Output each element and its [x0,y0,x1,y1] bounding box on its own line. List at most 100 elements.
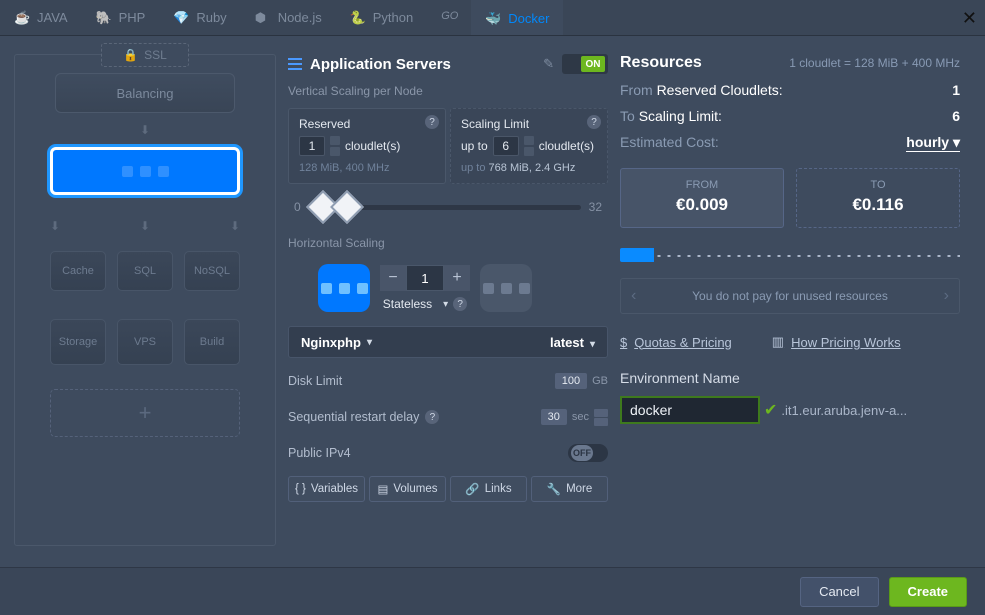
build-node[interactable]: Build [184,319,240,365]
slider-handle-limit[interactable] [330,190,364,224]
links-button[interactable]: 🔗Links [450,476,527,502]
cloudlet-legend: 1 cloudlet = 128 MiB + 400 MHz [789,56,960,70]
scaling-group-active[interactable] [318,264,370,312]
help-icon[interactable]: ? [587,115,601,129]
cancel-button[interactable]: Cancel [800,577,878,607]
braces-icon: { } [295,483,306,495]
resources-title: Resources [620,54,702,72]
edit-icon[interactable]: ✎ [543,56,554,72]
document-icon: ▥ [772,334,784,350]
tab-python[interactable]: 🐍Python [336,0,427,35]
cloudlet-slider[interactable] [309,205,581,210]
increment-button[interactable]: + [444,265,470,291]
tab-java[interactable]: ☕JAVA [0,0,82,35]
chevron-down-icon: ▾ [367,337,372,348]
pricing-note[interactable]: You do not pay for unused resources [620,278,960,314]
price-slider[interactable] [620,248,960,262]
add-layer-button[interactable]: + [50,389,240,437]
price-from-card: FROM €0.009 [620,168,784,228]
php-icon: 🐘 [96,10,112,26]
stepper-icon[interactable] [330,136,340,156]
scaling-mode-select[interactable]: Stateless▾ ? [383,297,467,311]
arrow-down-icon: ⬇ [50,219,60,233]
disk-icon: ▤ [378,482,389,496]
resources-panel: Resources 1 cloudlet = 128 MiB + 400 MHz… [620,54,960,546]
limit-count: 6 [952,108,960,124]
wrench-icon: 🔧 [547,482,561,496]
chevron-down-icon: ▾ [443,299,448,310]
create-button[interactable]: Create [889,577,967,607]
volumes-button[interactable]: ▤Volumes [369,476,446,502]
dollar-icon: $ [620,335,627,350]
horizontal-scaling-label: Horizontal Scaling [288,236,608,250]
app-server-node[interactable] [50,147,240,195]
decrement-button[interactable]: − [380,265,406,291]
image-select[interactable]: Nginxphp▾ latest▾ [288,326,608,358]
close-icon[interactable]: ✕ [962,8,977,29]
variables-button[interactable]: { }Variables [288,476,365,502]
ssl-label: SSL [144,48,167,62]
vps-node[interactable]: VPS [117,319,173,365]
vertical-scaling-label: Vertical Scaling per Node [288,84,608,98]
disk-limit-value[interactable]: 100 [555,373,587,389]
docker-icon: 🐳 [485,11,501,27]
config-panel: Application Servers ✎ Vertical Scaling p… [288,54,608,546]
sql-node[interactable]: SQL [117,251,173,291]
quotas-link[interactable]: $Quotas & Pricing [620,334,732,350]
nosql-node[interactable]: NoSQL [184,251,240,291]
help-icon[interactable]: ? [453,297,467,311]
lock-icon: 🔒 [123,48,138,62]
help-icon[interactable]: ? [425,410,439,424]
limit-card: Scaling Limit ? up to cloudlet(s) up to … [450,108,608,184]
arrow-down-icon: ⬇ [140,219,150,233]
stepper-icon[interactable] [524,136,534,156]
layer-icon [288,58,302,70]
tab-php[interactable]: 🐘PHP [82,0,160,35]
tab-docker[interactable]: 🐳Docker [471,0,563,35]
chevron-down-icon: ▾ [590,339,595,350]
dialog-footer: Cancel Create [0,567,985,615]
cache-node[interactable]: Cache [50,251,106,291]
tab-nodejs[interactable]: ⬢Node.js [241,0,336,35]
tab-go[interactable]: GOGO [427,0,471,35]
disk-limit-label: Disk Limit [288,374,342,388]
link-icon: 🔗 [465,482,479,496]
cost-period-select[interactable]: hourly ▾ [906,134,960,152]
stepper-icon[interactable] [594,409,608,426]
python-icon: 🐍 [350,10,366,26]
slider-max: 32 [589,200,602,214]
public-ipv4-label: Public IPv4 [288,446,351,460]
how-pricing-link[interactable]: ▥How Pricing Works [772,334,901,350]
env-domain: .it1.eur.aruba.jenv-a... [781,403,907,418]
reserved-card: Reserved ? cloudlet(s) 128 MiB, 400 MHz [288,108,446,184]
layer-toggle[interactable] [562,54,608,74]
ruby-icon: 💎 [173,10,189,26]
node-count-stepper: − + [380,265,470,291]
reserved-count: 1 [952,82,960,98]
scaling-group-inactive[interactable] [480,264,532,312]
env-name-input[interactable] [620,396,760,424]
check-icon: ✔ [764,400,777,420]
cost-label: Estimated Cost: [620,134,719,152]
java-icon: ☕ [14,10,30,26]
nodejs-icon: ⬢ [255,10,271,26]
topology-panel: 🔒 SSL Balancing ⬇ ⬇ ⬇ ⬇ Cache SQL NoSQL … [14,54,276,546]
tab-ruby[interactable]: 💎Ruby [159,0,240,35]
env-name-label: Environment Name [620,370,960,386]
slider-min: 0 [294,200,301,214]
chevron-down-icon: ▾ [953,134,960,150]
public-ipv4-toggle[interactable] [568,444,608,462]
arrow-down-icon: ⬇ [140,123,150,137]
node-count-input[interactable] [406,265,444,291]
balancing-node[interactable]: Balancing [55,73,235,113]
storage-node[interactable]: Storage [50,319,106,365]
restart-delay-value[interactable]: 30 [541,409,567,425]
limit-input[interactable] [493,136,519,156]
help-icon[interactable]: ? [425,115,439,129]
reserved-input[interactable] [299,136,325,156]
go-icon: GO [441,10,457,26]
more-button[interactable]: 🔧More [531,476,608,502]
ssl-chip[interactable]: 🔒 SSL [101,43,189,67]
arrow-down-icon: ⬇ [230,219,240,233]
price-to-card: TO €0.116 [796,168,960,228]
